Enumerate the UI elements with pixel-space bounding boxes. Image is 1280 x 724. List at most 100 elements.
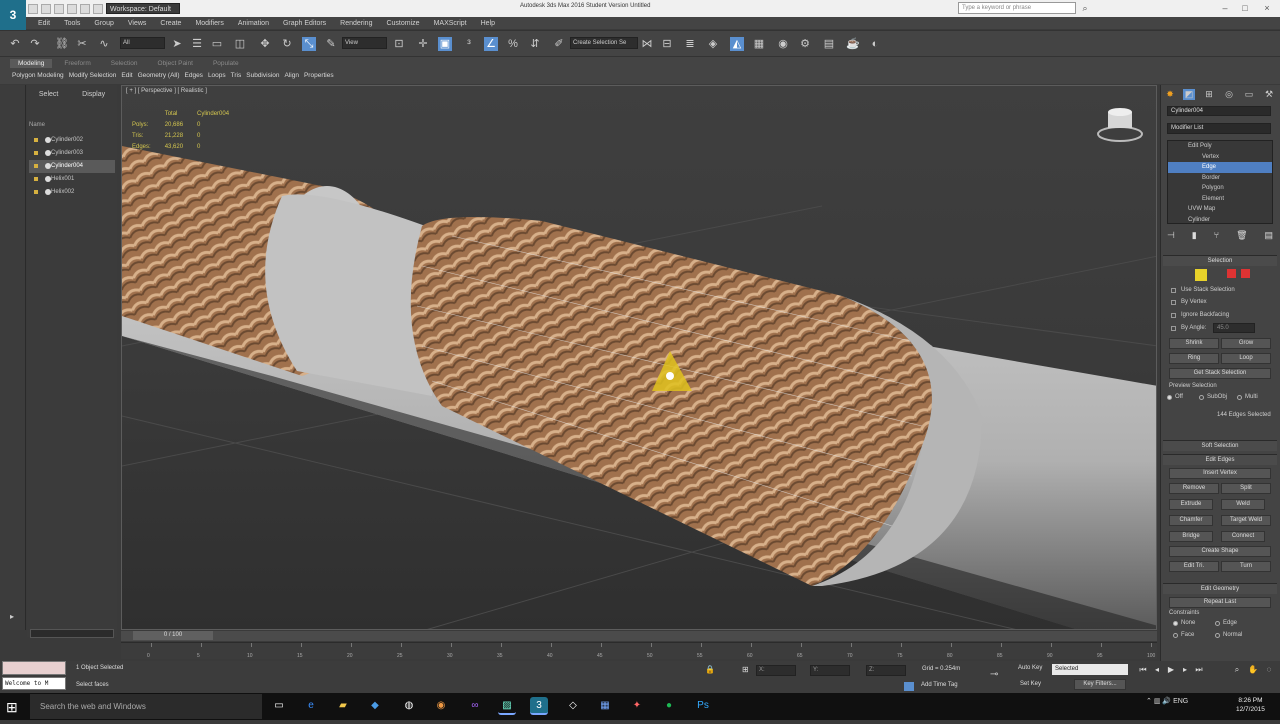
select-rotate-icon[interactable]: ↻	[280, 37, 294, 51]
visibility-eye-icon[interactable]	[45, 137, 51, 143]
viewcube-icon[interactable]	[1097, 108, 1143, 142]
absolute-mode-icon[interactable]: ⊞	[742, 665, 749, 674]
zoom-icon[interactable]: ⌕	[1232, 665, 1242, 675]
key-set-dropdown[interactable]: Selected	[1052, 664, 1128, 675]
ignore-backfacing-checkbox[interactable]	[1171, 313, 1176, 318]
edit-edges-rollout-header[interactable]: Edit Edges	[1163, 454, 1277, 465]
manipulate-icon[interactable]: ✛	[416, 37, 430, 51]
weld-button[interactable]: Weld	[1221, 499, 1265, 510]
goto-start-icon[interactable]: ⏮	[1138, 665, 1148, 675]
pivot-center-icon[interactable]: ⊡	[392, 37, 406, 51]
element-mode-icon[interactable]	[1241, 269, 1250, 278]
rectangular-selection-icon[interactable]: ▭	[210, 37, 224, 51]
visibility-eye-icon[interactable]	[45, 176, 51, 182]
time-tag-icon[interactable]	[904, 682, 914, 691]
time-slider-thumb[interactable]: 0 / 100	[133, 631, 213, 640]
scene-find-input[interactable]	[30, 629, 114, 638]
spotify-icon[interactable]: ●	[660, 697, 678, 715]
chrome-icon[interactable]: ◉	[432, 697, 450, 715]
select-scale-icon[interactable]: ⤡	[302, 37, 316, 51]
ribbon-panel-loops[interactable]: Loops	[208, 72, 226, 79]
edit-named-selection-icon[interactable]: ✐	[552, 37, 566, 51]
align-icon[interactable]: ⊟	[660, 37, 674, 51]
visibility-eye-icon[interactable]	[45, 189, 51, 195]
freeze-toggle-icon[interactable]	[34, 164, 38, 168]
3dsmax-taskbar-icon[interactable]: 3	[530, 697, 548, 715]
minimize-button[interactable]: –	[1216, 1, 1234, 15]
scene-list-item[interactable]: Cylinder002	[29, 134, 115, 147]
schematic-view-icon[interactable]: ▦	[752, 37, 766, 51]
show-end-result-icon[interactable]: ▮	[1192, 230, 1197, 242]
get-stack-selection-button[interactable]: Get Stack Selection	[1169, 368, 1271, 379]
keyboard-shortcut-override-icon[interactable]: ▣	[438, 37, 452, 51]
rendered-frame-window-icon[interactable]: ▤	[822, 37, 836, 51]
selection-filter-dropdown[interactable]: All	[120, 37, 165, 49]
scene-list-item[interactable]: Cylinder004	[29, 160, 115, 173]
menu-item-customize[interactable]: Customize	[386, 20, 419, 27]
turn-button[interactable]: Turn	[1221, 561, 1271, 572]
track-bar[interactable]: 0 5 10 15 20 25 30 35 40 45 50 55 60 65 70 75 80 85 90 95 10…	[121, 642, 1157, 659]
spinner-snap-icon[interactable]: ⇵	[528, 37, 542, 51]
pan-icon[interactable]: ✋	[1248, 665, 1258, 675]
redo-quick-icon[interactable]	[80, 3, 90, 14]
store-icon[interactable]: ◆	[366, 697, 384, 715]
menu-item-create[interactable]: Create	[160, 20, 181, 27]
ribbon-tab-populate[interactable]: Populate	[205, 59, 247, 68]
file-explorer-icon[interactable]: ▰	[334, 697, 352, 715]
repeat-last-button[interactable]: Repeat Last	[1169, 597, 1271, 608]
ribbon-panel-align[interactable]: Align	[285, 72, 299, 79]
set-key-button[interactable]: Set Key	[1020, 681, 1041, 687]
perspective-viewport[interactable]: [ + ] [ Perspective ] [ Realistic ] Tota…	[121, 85, 1157, 630]
render-production-icon[interactable]: ☕	[846, 37, 860, 51]
modifier-stack-item[interactable]: UVW Map	[1168, 204, 1272, 215]
insert-vertex-button[interactable]: Insert Vertex	[1169, 468, 1271, 479]
auto-key-button[interactable]: Auto Key	[1018, 665, 1042, 671]
connect-button[interactable]: Connect	[1221, 531, 1265, 542]
orbit-icon[interactable]: ◌	[1264, 665, 1274, 675]
menu-item-edit[interactable]: Edit	[38, 20, 50, 27]
undo-quick-icon[interactable]	[67, 3, 77, 14]
freeze-toggle-icon[interactable]	[34, 151, 38, 155]
object-name-field[interactable]: Cylinder004	[1167, 106, 1271, 116]
redo-icon[interactable]: ↷	[28, 37, 42, 51]
preview-multi-radio[interactable]	[1237, 395, 1242, 400]
material-editor-icon[interactable]: ◉	[776, 37, 790, 51]
ribbon-panel-tris[interactable]: Tris	[231, 72, 242, 79]
save-file-icon[interactable]	[54, 3, 64, 14]
mirror-icon[interactable]: ⋈	[640, 37, 654, 51]
by-vertex-checkbox[interactable]	[1171, 300, 1176, 305]
select-object-icon[interactable]: ➤	[170, 37, 184, 51]
undo-icon[interactable]: ↶	[8, 37, 22, 51]
key-filters-button[interactable]: Key Filters...	[1074, 679, 1126, 690]
use-stack-selection-checkbox[interactable]	[1171, 288, 1176, 293]
ribbon-panel-geometry-all-[interactable]: Geometry (All)	[138, 72, 180, 79]
next-frame-icon[interactable]: ▸	[1180, 665, 1190, 675]
add-time-tag-button[interactable]: Add Time Tag	[921, 682, 958, 688]
modifier-stack-item[interactable]: Edit Poly	[1168, 141, 1272, 152]
ring-button[interactable]: Ring	[1169, 353, 1219, 364]
pin-stack-icon[interactable]: ⊣	[1167, 230, 1175, 242]
maxscript-output[interactable]: Welcome to M	[2, 677, 66, 690]
menu-item-help[interactable]: Help	[481, 20, 495, 27]
close-button[interactable]: ×	[1258, 1, 1276, 15]
selection-rollout-header[interactable]: Selection	[1163, 255, 1277, 266]
menu-item-rendering[interactable]: Rendering	[340, 20, 372, 27]
ribbon-panel-edges[interactable]: Edges	[185, 72, 203, 79]
menu-item-graph-editors[interactable]: Graph Editors	[283, 20, 326, 27]
make-unique-icon[interactable]: ⑂	[1214, 230, 1219, 242]
previous-frame-icon[interactable]: ◂	[1152, 665, 1162, 675]
link-icon[interactable]: ⛓	[55, 37, 69, 51]
y-coordinate-field[interactable]: Y:	[810, 665, 850, 676]
menu-item-animation[interactable]: Animation	[238, 20, 269, 27]
edge-browser-icon[interactable]: e	[302, 697, 320, 715]
create-shape-button[interactable]: Create Shape	[1169, 546, 1271, 557]
split-button[interactable]: Split	[1221, 483, 1271, 494]
ribbon-panel-modify-selection[interactable]: Modify Selection	[69, 72, 117, 79]
freeze-toggle-icon[interactable]	[34, 138, 38, 142]
by-angle-input[interactable]: 45.0	[1213, 323, 1255, 333]
ribbon-panel-subdivision[interactable]: Subdivision	[246, 72, 279, 79]
modifier-stack-item[interactable]: Polygon	[1168, 183, 1272, 194]
z-coordinate-field[interactable]: Z:	[866, 665, 906, 676]
graphite-toolbar-icon[interactable]: ◈	[706, 37, 720, 51]
scene-list-item[interactable]: Helix002	[29, 186, 115, 199]
